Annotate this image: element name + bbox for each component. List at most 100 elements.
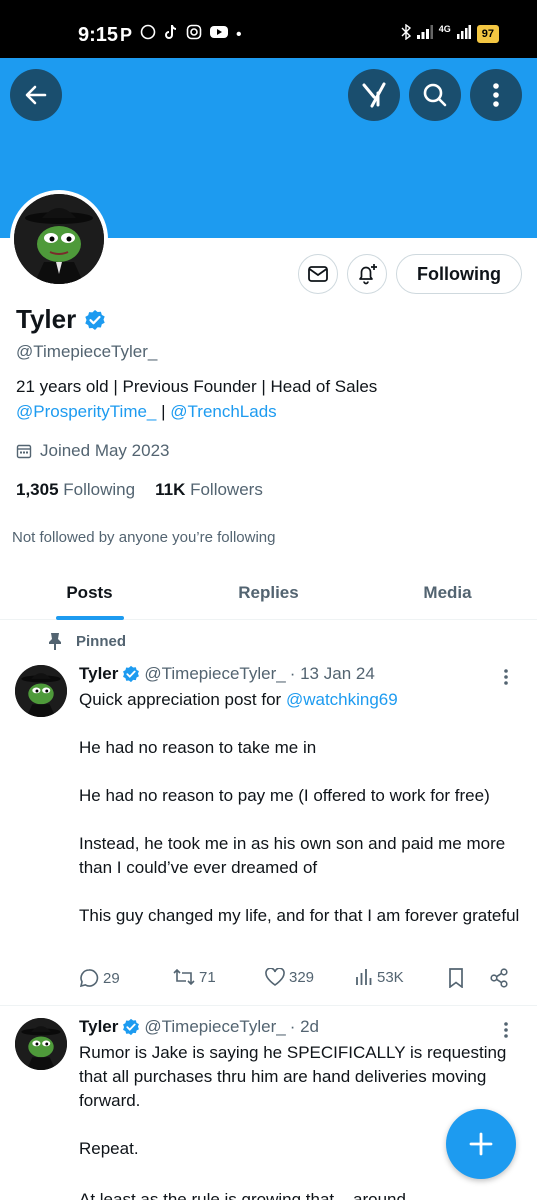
bookmark-action[interactable]: [448, 968, 464, 988]
tab-replies[interactable]: Replies: [179, 566, 358, 620]
pepe-avatar-image: [15, 1018, 67, 1070]
tweet-date[interactable]: · 2d: [290, 1017, 319, 1037]
joined-date: Joined May 2023: [16, 441, 169, 461]
repost-action[interactable]: 71: [173, 968, 216, 986]
signal-icon: [416, 25, 433, 42]
tweet-intro: Quick appreciation post for: [79, 690, 286, 709]
views-count: 53K: [377, 968, 404, 986]
battery-indicator: 97: [476, 24, 499, 43]
profile-bio-line1: 21 years old | Previous Founder | Head o…: [16, 377, 378, 396]
tiktok-icon: [164, 24, 178, 46]
message-button[interactable]: [298, 254, 338, 294]
status-bar: 9:15 P • 4G 97: [0, 0, 537, 58]
share-icon: [490, 968, 508, 988]
compose-post-button[interactable]: [446, 1109, 516, 1179]
back-button[interactable]: [10, 69, 62, 121]
active-tab-indicator: [56, 616, 124, 620]
tweet-divider: [0, 1005, 537, 1006]
system-icons: 4G 97: [401, 24, 499, 43]
reply-icon: [79, 969, 99, 988]
profile-handle: @TimepieceTyler_: [16, 342, 158, 361]
notification-p-icon: P: [120, 25, 133, 45]
plus-icon: [469, 1132, 493, 1156]
verified-badge-icon: [85, 310, 105, 330]
share-action[interactable]: [489, 968, 509, 988]
repost-count: 71: [199, 968, 216, 986]
youtube-icon: [210, 25, 229, 45]
status-time: 9:15: [78, 24, 119, 46]
profile-bio-line2: @ProsperityTime_ | @TrenchLads: [16, 402, 277, 422]
following-count: 1,305: [16, 480, 59, 499]
pinned-label: Pinned: [48, 632, 126, 650]
more-vertical-icon: [504, 669, 508, 685]
search-button[interactable]: [409, 69, 461, 121]
tweet-actions: 29 71 329 53K: [79, 968, 519, 994]
tweet-paragraph: Instead, he took me in as his own son an…: [79, 834, 506, 877]
tweet-avatar[interactable]: [15, 665, 67, 717]
calendar-icon: [16, 444, 32, 459]
more-vertical-icon: [493, 83, 499, 107]
reply-count: 29: [103, 969, 120, 987]
following-label: Following: [63, 480, 136, 499]
verified-badge-icon: [123, 665, 140, 683]
tweet-paragraph: Quick appreciation post for @watchking69: [79, 688, 524, 712]
profile-tabs: Posts Replies Media: [0, 566, 537, 620]
bio-link-prosperitytime[interactable]: @ProsperityTime_: [16, 402, 156, 421]
tweet-mention-link[interactable]: @watchking69: [286, 690, 398, 709]
whatsapp-icon: [140, 24, 156, 46]
not-followed-notice: Not followed by anyone you’re following: [12, 529, 276, 546]
network-type: 4G: [438, 23, 451, 34]
tweet-author-handle[interactable]: @TimepieceTyler_: [144, 1017, 285, 1037]
tweet-author-name[interactable]: Tyler: [79, 1017, 118, 1037]
tweet-paragraph: He had no reason to take me in: [79, 738, 317, 757]
tweet-header: Tyler @TimepieceTyler_ · 2d: [79, 1017, 319, 1037]
followers-count: 11K: [155, 480, 186, 499]
pinned-text: Pinned: [76, 632, 127, 650]
bio-link-trenchlads[interactable]: @TrenchLads: [170, 402, 276, 421]
tweet-header: Tyler @TimepieceTyler_ · 13 Jan 24: [79, 664, 375, 684]
envelope-icon: [308, 266, 328, 282]
notifications-button[interactable]: [347, 254, 387, 294]
tweet-paragraph: This guy changed my life, and for that I…: [79, 906, 520, 925]
tweet-avatar[interactable]: [15, 1018, 67, 1070]
notification-dot: •: [236, 26, 242, 43]
tweet-more-button[interactable]: [503, 668, 509, 689]
more-vertical-icon: [504, 1022, 508, 1038]
grok-button[interactable]: [348, 69, 400, 121]
tweet-author-handle[interactable]: @TimepieceTyler_: [144, 664, 285, 684]
arrow-left-icon: [25, 85, 47, 105]
tweet-author-name[interactable]: Tyler: [79, 664, 118, 684]
following-stat[interactable]: 1,305 Following: [16, 480, 135, 500]
followers-stat[interactable]: 11K Followers: [155, 480, 263, 500]
profile-name: Tyler: [16, 304, 77, 334]
tab-media[interactable]: Media: [358, 566, 537, 620]
joined-text: Joined May 2023: [40, 441, 170, 460]
pepe-avatar-image: [15, 665, 67, 717]
heart-icon: [265, 968, 285, 986]
follow-stats: 1,305 Following 11K Followers: [16, 480, 263, 500]
tab-posts[interactable]: Posts: [0, 566, 179, 620]
instagram-icon: [186, 24, 202, 46]
pepe-avatar-image: [14, 194, 104, 284]
bio-separator: |: [156, 402, 171, 421]
bluetooth-icon: [401, 23, 411, 43]
tweet-paragraph-clipped: At least as the rule is growing that... …: [79, 1190, 406, 1200]
grok-icon: [362, 82, 386, 108]
signal-icon-2: [456, 25, 471, 42]
verified-badge-icon: [123, 1018, 140, 1036]
pin-icon: [49, 633, 61, 650]
tweet-date[interactable]: · 13 Jan 24: [290, 664, 375, 684]
like-action[interactable]: 329: [265, 968, 314, 986]
like-count: 329: [289, 968, 315, 986]
more-options-button[interactable]: [470, 69, 522, 121]
views-action[interactable]: 53K: [355, 968, 404, 986]
bell-plus-icon: [359, 264, 377, 285]
views-icon: [356, 969, 372, 985]
reply-action[interactable]: 29: [79, 968, 120, 988]
bookmark-icon: [449, 968, 463, 988]
tweet-paragraph: He had no reason to pay me (I offered to…: [79, 786, 490, 805]
following-button[interactable]: Following: [396, 254, 522, 294]
followers-label: Followers: [190, 480, 263, 499]
tweet-more-button[interactable]: [503, 1021, 509, 1042]
profile-avatar[interactable]: [10, 190, 108, 288]
